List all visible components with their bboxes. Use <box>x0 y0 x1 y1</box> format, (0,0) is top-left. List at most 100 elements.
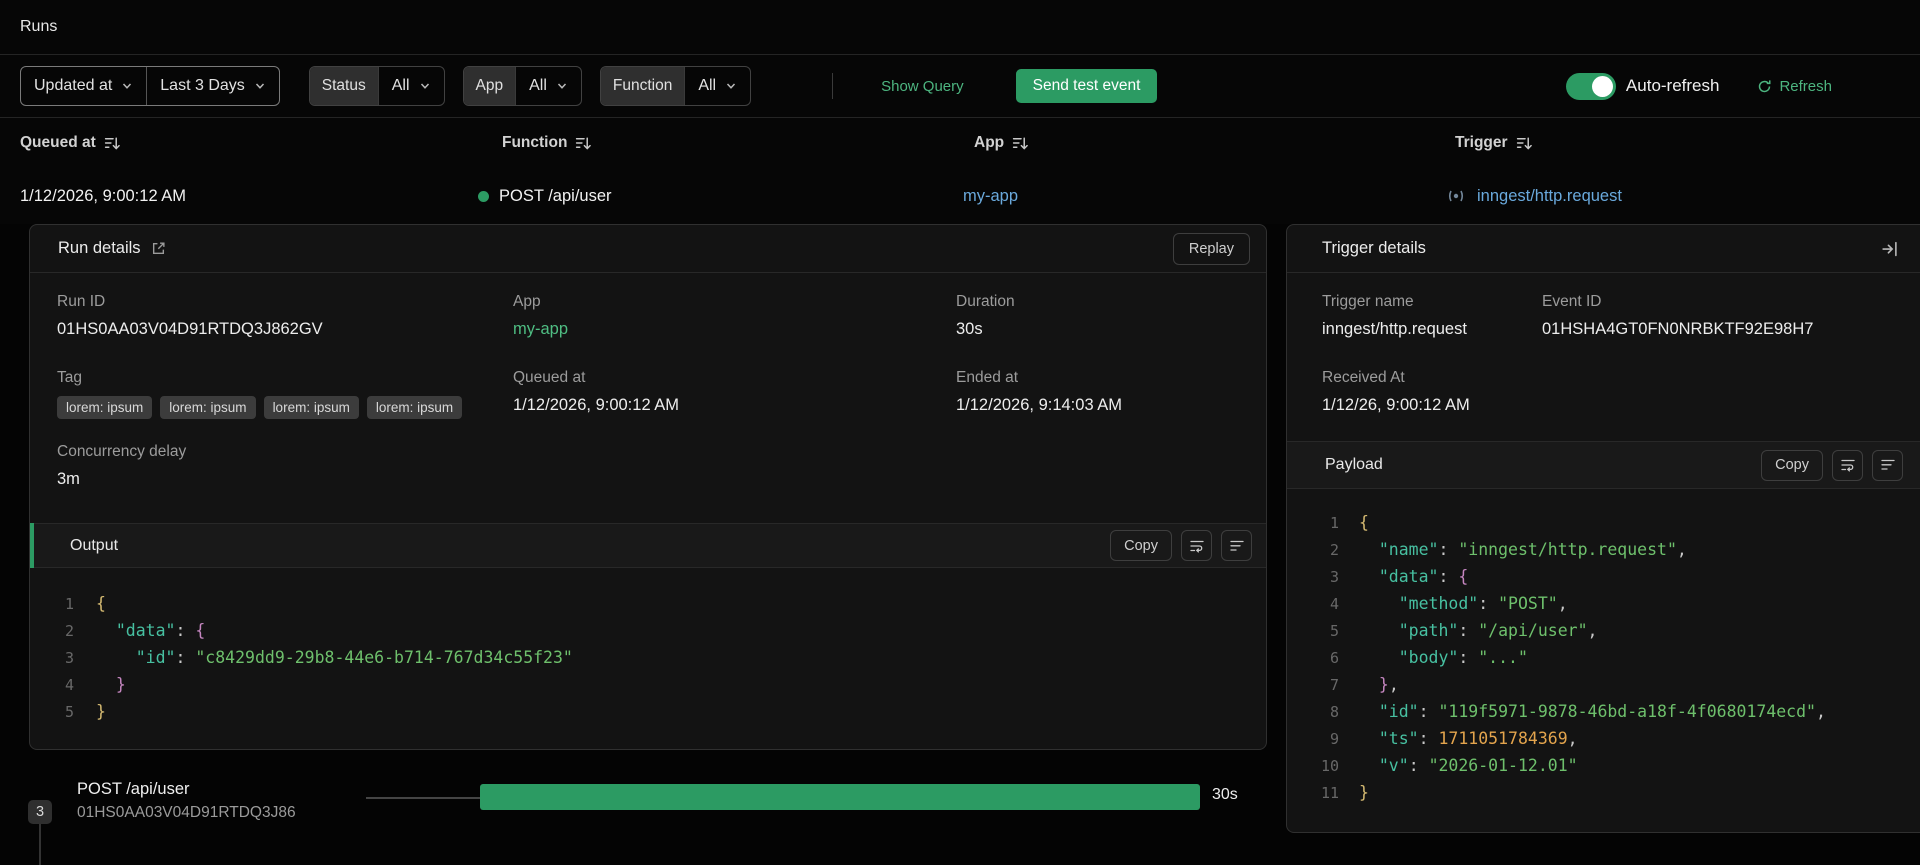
line-number: 10 <box>1320 757 1339 775</box>
run-details-title: Run details <box>58 239 141 257</box>
field-concurrency-delay: Concurrency delay 3m <box>57 443 186 489</box>
code-line-content: "id": "119f5971-9878-46bd-a18f-4f0680174… <box>1378 702 1826 721</box>
chevron-down-icon <box>557 83 566 89</box>
tag-badge: lorem: ipsum <box>366 396 463 419</box>
code-line-content: "v": "2026-01-12.01" <box>1378 756 1578 775</box>
code-line-content: "name": "inngest/http.request", <box>1378 540 1687 559</box>
column-label: Queued at <box>20 134 96 151</box>
timeline-duration-bar[interactable] <box>480 784 1200 810</box>
concurrency-delay-value: 3m <box>57 470 80 488</box>
payload-actions: Copy <box>1761 449 1903 481</box>
trigger-name-value: inngest/http.request <box>1322 320 1467 338</box>
run-status-icon <box>478 190 489 202</box>
column-header-app[interactable]: App <box>974 118 1029 168</box>
send-test-event-button[interactable]: Send test event <box>1015 69 1158 103</box>
tag-badge: lorem: ipsum <box>263 396 359 419</box>
function-dropdown[interactable]: All <box>685 67 750 105</box>
field-label: Duration <box>956 293 1015 310</box>
align-left-button[interactable] <box>1872 449 1903 481</box>
field-event-id: Event ID 01HSHA4GT0FN0NRBKTF92E98H7 <box>1542 293 1813 339</box>
field-label: Received At <box>1322 369 1405 386</box>
code-line-content: "method": "POST", <box>1398 594 1568 613</box>
runs-table-header: Queued at Function App Trigger <box>0 118 1920 168</box>
run-row[interactable]: 1/12/2026, 9:00:12 AM POST /api/user my-… <box>0 168 1920 224</box>
code-line-content: }, <box>1378 675 1399 694</box>
sort-icon <box>104 136 120 150</box>
app-filter-group: App All <box>462 66 582 106</box>
status-filter-group: Status All <box>308 66 445 106</box>
code-line: 1{ <box>1287 513 1920 540</box>
wrap-text-button[interactable] <box>1832 449 1863 481</box>
filter-bar: Updated at Last 3 Days Status All App Al… <box>0 55 1920 118</box>
wrap-text-icon <box>1189 540 1204 553</box>
code-line-content: { <box>96 594 106 613</box>
code-line: 2 "name": "inngest/http.request", <box>1287 540 1920 567</box>
copy-payload-button[interactable]: Copy <box>1761 449 1823 481</box>
code-line-content: "ts": 1711051784369, <box>1378 729 1578 748</box>
time-range-value: Last 3 Days <box>160 77 245 94</box>
refresh-icon <box>1759 79 1771 92</box>
app-filter-label: App <box>463 67 517 105</box>
run-app-link[interactable]: my-app <box>963 168 1018 224</box>
auto-refresh-label: Auto-refresh <box>1625 76 1720 95</box>
copy-output-button[interactable]: Copy <box>1110 530 1172 561</box>
line-number: 2 <box>1329 541 1339 559</box>
timeline-connector-vertical <box>39 824 41 865</box>
field-label: Ended at <box>956 369 1019 386</box>
refresh-label: Refresh <box>1779 77 1832 95</box>
line-number: 5 <box>1329 622 1339 640</box>
output-accent-bar <box>30 523 34 568</box>
status-dropdown[interactable]: All <box>379 67 444 105</box>
run-function-name: POST /api/user <box>499 186 612 205</box>
refresh-button[interactable]: Refresh <box>1757 78 1832 95</box>
trigger-details-panel: Trigger details Trigger name inngest/htt… <box>1286 224 1920 833</box>
show-query-link[interactable]: Show Query <box>881 78 964 95</box>
timeline-duration-label: 30s <box>1212 786 1238 803</box>
status-value: All <box>391 77 410 94</box>
replay-button[interactable]: Replay <box>1172 232 1250 265</box>
line-number: 5 <box>64 703 74 721</box>
column-label: Trigger <box>1455 134 1508 151</box>
output-actions: Copy <box>1110 530 1252 561</box>
payload-title: Payload <box>1325 456 1383 473</box>
code-line: 3 "id": "c8429dd9-29b8-44e6-b714-767d34c… <box>30 648 1266 675</box>
time-range-dropdown[interactable]: Last 3 Days <box>146 67 278 105</box>
code-line: 7 }, <box>1287 675 1920 702</box>
code-line: 11} <box>1287 783 1920 810</box>
field-label: Concurrency delay <box>57 443 187 460</box>
auto-refresh-toggle[interactable] <box>1565 72 1616 100</box>
field-label: Queued at <box>513 369 586 386</box>
status-filter-label: Status <box>309 67 379 105</box>
field-received-at: Received At 1/12/26, 9:00:12 AM <box>1322 369 1470 415</box>
wrap-text-button[interactable] <box>1181 530 1212 561</box>
column-header-queued-at[interactable]: Queued at <box>20 118 121 168</box>
run-queued-at: 1/12/2026, 9:00:12 AM <box>20 186 187 205</box>
toggle-knob <box>1591 75 1613 97</box>
function-value: All <box>698 77 717 94</box>
align-left-button[interactable] <box>1221 530 1252 561</box>
payload-code-block: 1{2 "name": "inngest/http.request", 3 "da… <box>1287 489 1920 810</box>
line-number: 1 <box>64 595 74 613</box>
field-label: App <box>513 293 541 310</box>
payload-section-header: Payload Copy <box>1287 441 1920 489</box>
app-dropdown[interactable]: All <box>516 67 581 105</box>
app-value-link[interactable]: my-app <box>513 320 568 339</box>
pulse-icon <box>1448 190 1464 202</box>
trigger-details-header: Trigger details <box>1287 225 1920 273</box>
sort-field-dropdown[interactable]: Updated at <box>21 67 146 105</box>
field-label: Event ID <box>1542 293 1602 310</box>
timeline-step-name: POST /api/user <box>77 780 190 798</box>
column-header-function[interactable]: Function <box>502 118 592 168</box>
run-details-panel: Run details Replay Run ID 01HS0AA03V04D9… <box>29 224 1267 750</box>
tag-badge: lorem: ipsum <box>160 396 256 419</box>
collapse-panel-button[interactable] <box>1881 240 1898 257</box>
run-trigger-link[interactable]: inngest/http.request <box>1477 187 1622 206</box>
duration-value: 30s <box>956 320 983 338</box>
field-trigger-name: Trigger name inngest/http.request <box>1322 293 1467 339</box>
field-run-id: Run ID 01HS0AA03V04D91RTDQ3J862GV <box>57 293 323 339</box>
line-number: 7 <box>1329 676 1339 694</box>
external-link-icon[interactable] <box>151 241 166 256</box>
column-header-trigger[interactable]: Trigger <box>1455 118 1533 168</box>
received-at-value: 1/12/26, 9:00:12 AM <box>1322 396 1470 414</box>
trigger-details-title: Trigger details <box>1322 239 1426 257</box>
